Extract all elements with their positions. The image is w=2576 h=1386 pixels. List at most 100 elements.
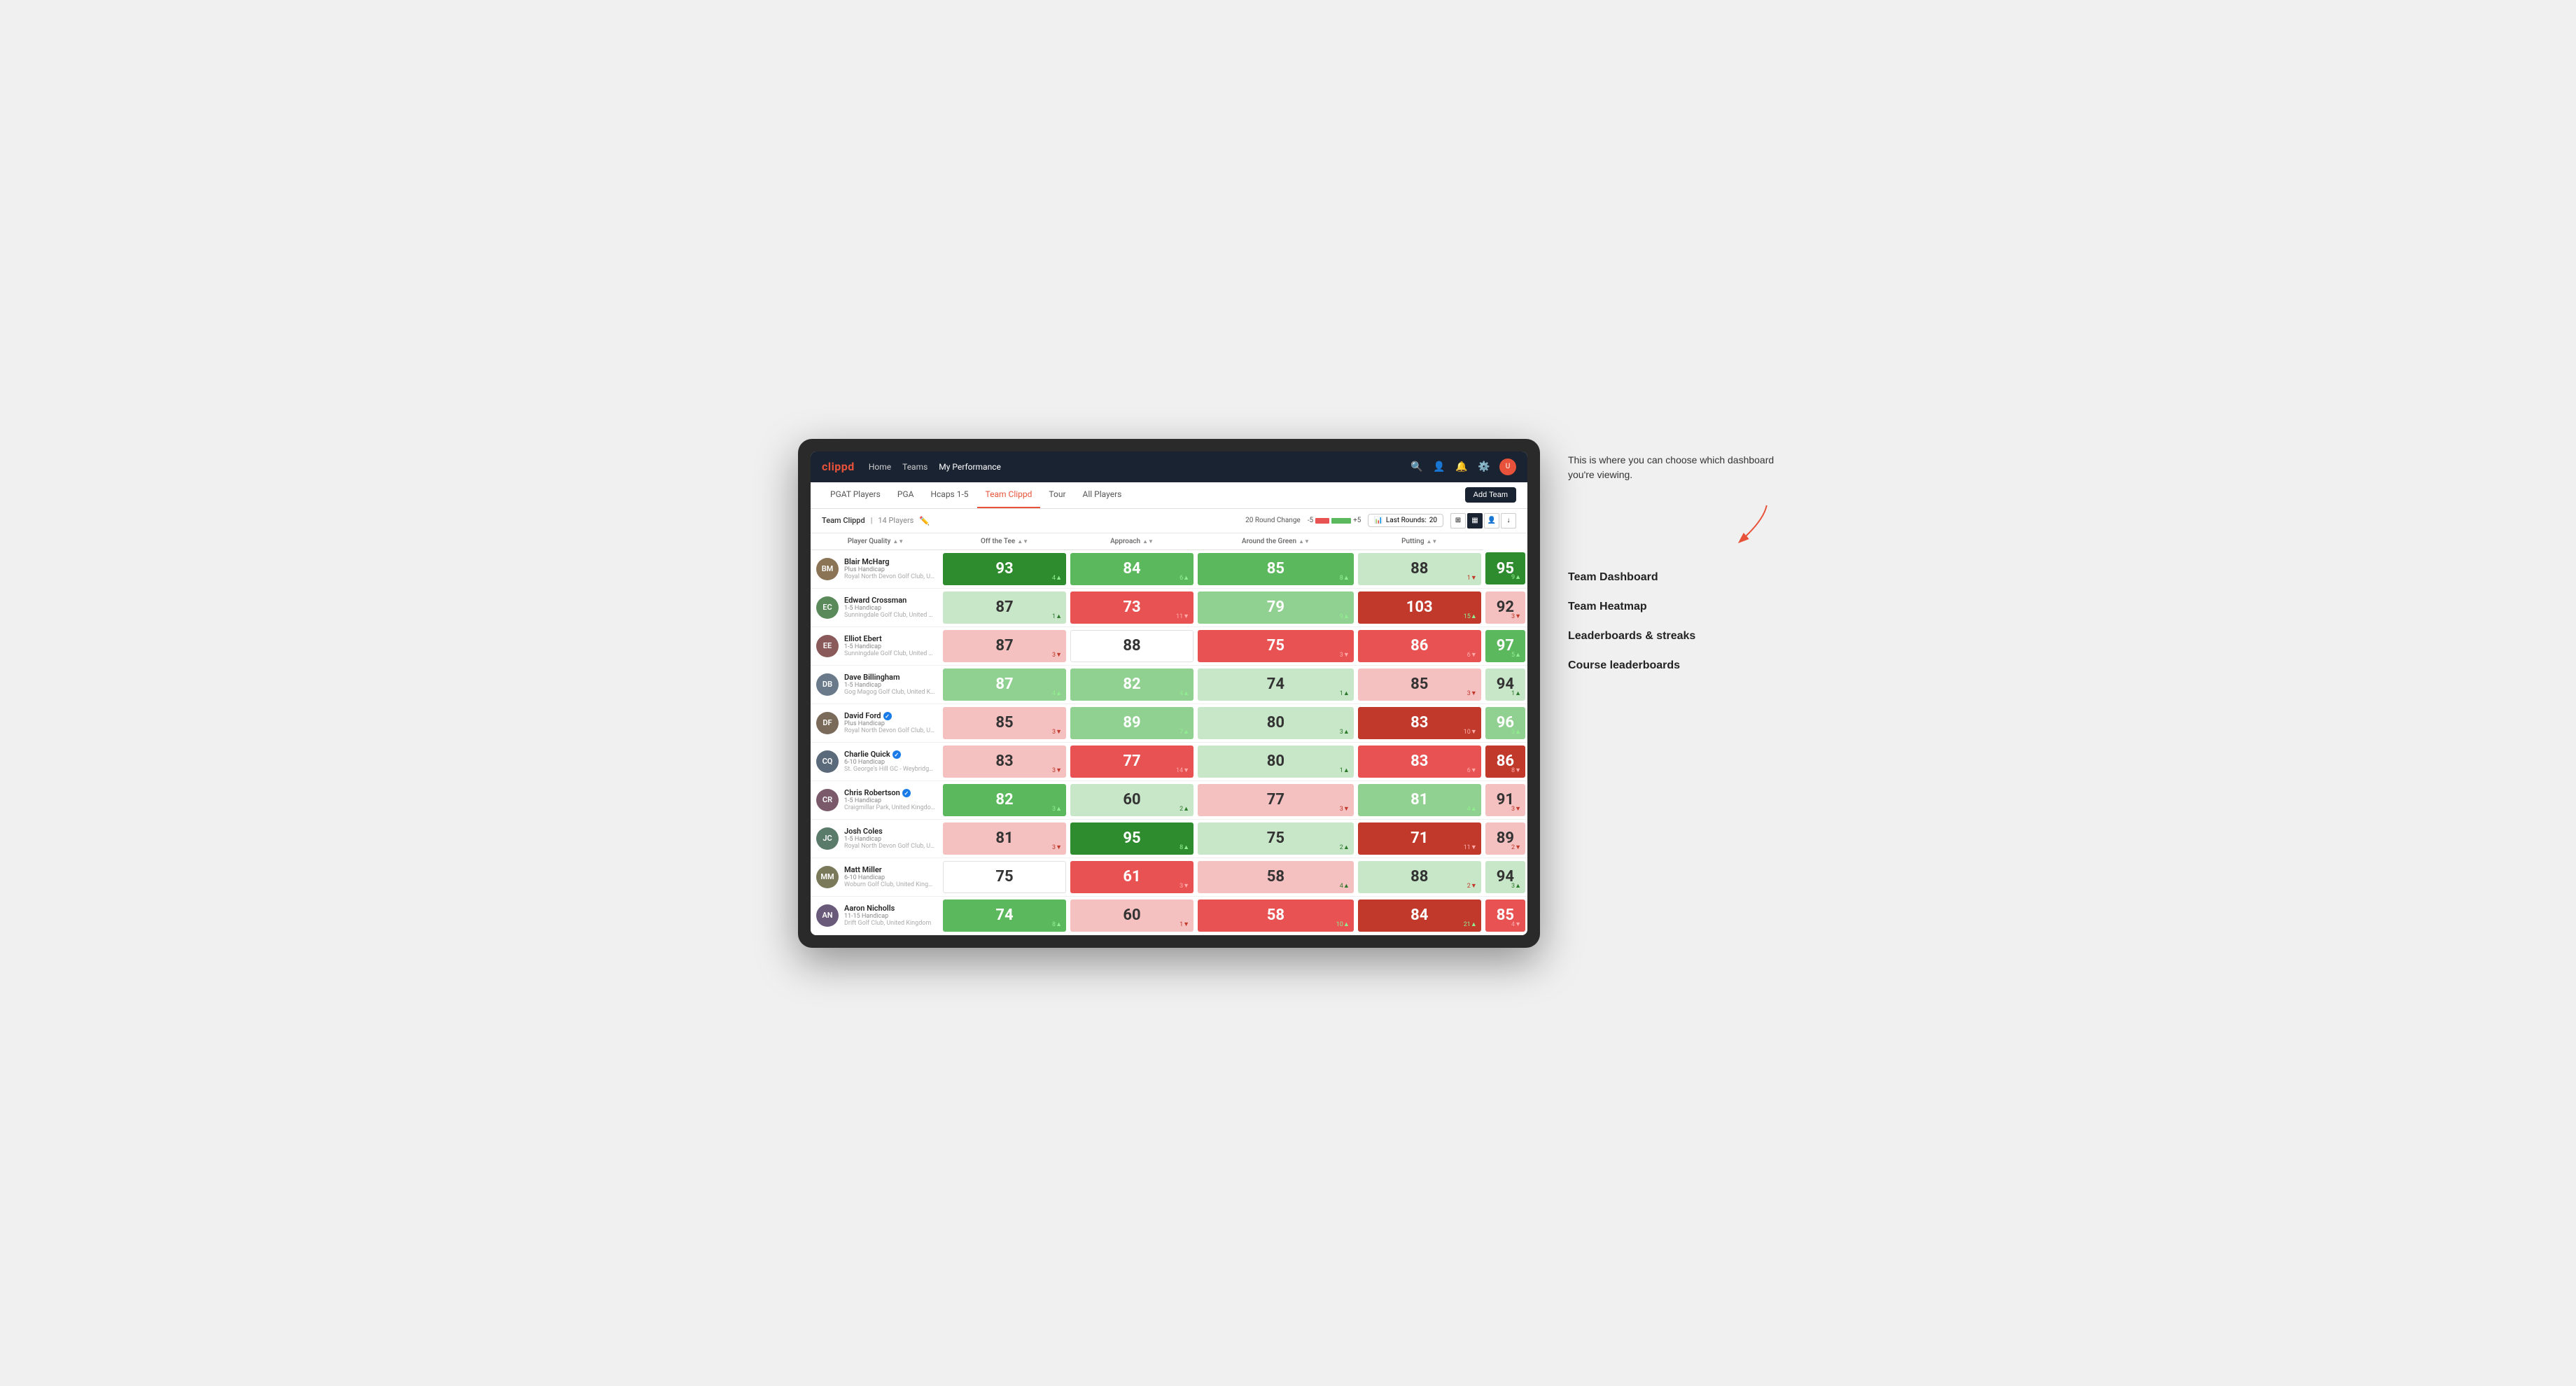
metric-change: 8▲ bbox=[1340, 574, 1350, 582]
player-name: Elliot Ebert bbox=[844, 634, 935, 643]
metric-value: 81 bbox=[1410, 791, 1428, 808]
dashboard-option-2[interactable]: Leaderboards & streaks bbox=[1568, 622, 1778, 651]
search-icon[interactable]: 🔍 bbox=[1410, 460, 1424, 474]
metric-change: 3▲ bbox=[1340, 728, 1350, 736]
dashboard-option-0[interactable]: Team Dashboard bbox=[1568, 563, 1778, 592]
player-avatar: CR bbox=[816, 789, 839, 811]
settings-icon[interactable]: ⚙️ bbox=[1477, 460, 1491, 474]
player-club: Royal North Devon Golf Club, United King… bbox=[844, 727, 935, 734]
table-row[interactable]: JCJosh Coles1-5 HandicapRoyal North Devo… bbox=[811, 819, 1527, 858]
metric-change: 11▼ bbox=[1176, 612, 1189, 620]
view-download-button[interactable]: ↓ bbox=[1501, 513, 1516, 528]
metric-off-tee-cell: 601▼ bbox=[1068, 896, 1196, 934]
team-controls: 20 Round Change -5 +5 📊 Last Rounds: 20 … bbox=[1245, 513, 1516, 528]
metric-change: 4▲ bbox=[1052, 574, 1062, 582]
person-icon[interactable]: 👤 bbox=[1432, 460, 1446, 474]
sub-nav-pga[interactable]: PGA bbox=[889, 482, 923, 508]
th-approach: Approach ▲▼ bbox=[1068, 533, 1196, 550]
player-club: Craigmillar Park, United Kingdom bbox=[844, 804, 935, 811]
metric-change: 14▼ bbox=[1176, 766, 1189, 774]
sub-nav-team-clippd[interactable]: Team Clippd bbox=[977, 482, 1041, 508]
metric-value: 84 bbox=[1123, 560, 1140, 578]
metric-value: 88 bbox=[1123, 637, 1140, 654]
player-handicap: 11-15 Handicap bbox=[844, 913, 931, 920]
metric-change: 10▲ bbox=[1336, 920, 1350, 928]
bell-icon[interactable]: 🔔 bbox=[1455, 460, 1469, 474]
edit-icon[interactable]: ✏️ bbox=[919, 516, 930, 526]
verified-icon bbox=[883, 712, 892, 720]
metric-around-green-cell: 10315▲ bbox=[1356, 588, 1483, 626]
last-rounds-button[interactable]: 📊 Last Rounds: 20 bbox=[1368, 514, 1443, 527]
table-row[interactable]: DB Dave Billingham1-5 HandicapGog Magog G… bbox=[811, 665, 1527, 704]
view-heatmap-button[interactable]: ▦ bbox=[1467, 513, 1483, 528]
table-row[interactable]: BMBlair McHargPlus HandicapRoyal North D… bbox=[811, 550, 1527, 588]
th-player: Player Quality ▲▼ bbox=[811, 533, 941, 550]
nav-teams[interactable]: Teams bbox=[902, 459, 927, 475]
player-cell-1: ECEdward Crossman1-5 HandicapSunningdale… bbox=[811, 588, 941, 626]
metric-change: 3▼ bbox=[1511, 612, 1521, 620]
player-name: Edward Crossman bbox=[844, 596, 935, 605]
metric-approach-cell: 741▲ bbox=[1196, 665, 1356, 704]
sub-nav-tour[interactable]: Tour bbox=[1040, 482, 1074, 508]
metric-around-green-cell: 8421▲ bbox=[1356, 896, 1483, 934]
add-team-button[interactable]: Add Team bbox=[1465, 487, 1516, 503]
metric-putting-cell: 913▼ bbox=[1483, 780, 1527, 819]
metric-change: 4▲ bbox=[1052, 690, 1062, 697]
player-cell-0: BMBlair McHargPlus HandicapRoyal North D… bbox=[811, 550, 941, 588]
player-name: Dave Billingham bbox=[844, 673, 935, 682]
metric-approach-cell: 858▲ bbox=[1196, 550, 1356, 588]
th-player-sort[interactable]: ▲▼ bbox=[892, 538, 904, 545]
th-off-tee-label: Off the Tee bbox=[981, 538, 1015, 545]
dashboard-options: Team Dashboard Team Heatmap Leaderboards… bbox=[1568, 563, 1778, 680]
dashboard-option-1[interactable]: Team Heatmap bbox=[1568, 592, 1778, 622]
sub-nav-hcaps[interactable]: Hcaps 1-5 bbox=[922, 482, 976, 508]
sub-nav-pgat[interactable]: PGAT Players bbox=[822, 482, 889, 508]
table-row[interactable]: ANAaron Nicholls11-15 HandicapDrift Golf… bbox=[811, 896, 1527, 934]
user-avatar[interactable]: U bbox=[1499, 458, 1516, 475]
player-club: Gog Magog Golf Club, United Kingdom bbox=[844, 689, 935, 696]
player-avatar: DB bbox=[816, 673, 839, 696]
player-handicap: 1-5 Handicap bbox=[844, 682, 935, 689]
metric-putting-cell: 975▲ bbox=[1483, 626, 1527, 665]
metric-value: 82 bbox=[995, 791, 1013, 808]
table-row[interactable]: CQCharlie Quick6-10 HandicapSt. George's… bbox=[811, 742, 1527, 780]
player-cell-5: CQCharlie Quick6-10 HandicapSt. George's… bbox=[811, 742, 941, 780]
th-putting-sort[interactable]: ▲▼ bbox=[1427, 538, 1438, 545]
data-table: Player Quality ▲▼ Off the Tee ▲▼ bbox=[811, 533, 1527, 935]
view-person-button[interactable]: 👤 bbox=[1484, 513, 1499, 528]
metric-change: 8▲ bbox=[1180, 844, 1189, 851]
th-around-green-sort[interactable]: ▲▼ bbox=[1298, 538, 1310, 545]
metric-value: 93 bbox=[995, 560, 1013, 578]
logo: clippd bbox=[822, 460, 855, 473]
nav-my-performance[interactable]: My Performance bbox=[939, 459, 1001, 475]
th-off-tee-sort[interactable]: ▲▼ bbox=[1017, 538, 1028, 545]
player-avatar: JC bbox=[816, 827, 839, 850]
metric-value: 75 bbox=[1267, 830, 1284, 847]
sub-nav-all-players[interactable]: All Players bbox=[1074, 482, 1130, 508]
table-row[interactable]: CRChris Robertson1-5 HandicapCraigmillar… bbox=[811, 780, 1527, 819]
metric-value: 103 bbox=[1406, 598, 1433, 616]
player-cell-4: DFDavid FordPlus HandicapRoyal North Dev… bbox=[811, 704, 941, 742]
metric-change: 3▼ bbox=[1340, 805, 1350, 813]
table-row[interactable]: DFDavid FordPlus HandicapRoyal North Dev… bbox=[811, 704, 1527, 742]
metric-around-green-cell: 814▲ bbox=[1356, 780, 1483, 819]
table-row[interactable]: ECEdward Crossman1-5 HandicapSunningdale… bbox=[811, 588, 1527, 626]
metric-player-quality-cell: 873▼ bbox=[941, 626, 1068, 665]
round-change-label: 20 Round Change bbox=[1245, 517, 1301, 524]
nav-home[interactable]: Home bbox=[869, 459, 891, 475]
metric-off-tee-cell: 88 bbox=[1068, 626, 1196, 665]
th-approach-sort[interactable]: ▲▼ bbox=[1142, 538, 1154, 545]
metric-approach-cell: 799▲ bbox=[1196, 588, 1356, 626]
metric-player-quality-cell: 874▲ bbox=[941, 665, 1068, 704]
table-row[interactable]: EEElliot Ebert1-5 HandicapSunningdale Go… bbox=[811, 626, 1527, 665]
table-row[interactable]: MMMatt Miller6-10 HandicapWoburn Golf Cl… bbox=[811, 858, 1527, 896]
metric-change: 6▲ bbox=[1180, 574, 1189, 582]
metric-off-tee-cell: 897▲ bbox=[1068, 704, 1196, 742]
player-club: St. George's Hill GC - Weybridge - Surre… bbox=[844, 766, 935, 773]
metric-off-tee-cell: 7311▼ bbox=[1068, 588, 1196, 626]
metric-value: 77 bbox=[1267, 791, 1284, 808]
metric-player-quality-cell: 833▼ bbox=[941, 742, 1068, 780]
metric-putting-cell: 959▲ bbox=[1483, 550, 1527, 588]
view-grid-button[interactable]: ⊞ bbox=[1450, 513, 1466, 528]
dashboard-option-3[interactable]: Course leaderboards bbox=[1568, 651, 1778, 680]
